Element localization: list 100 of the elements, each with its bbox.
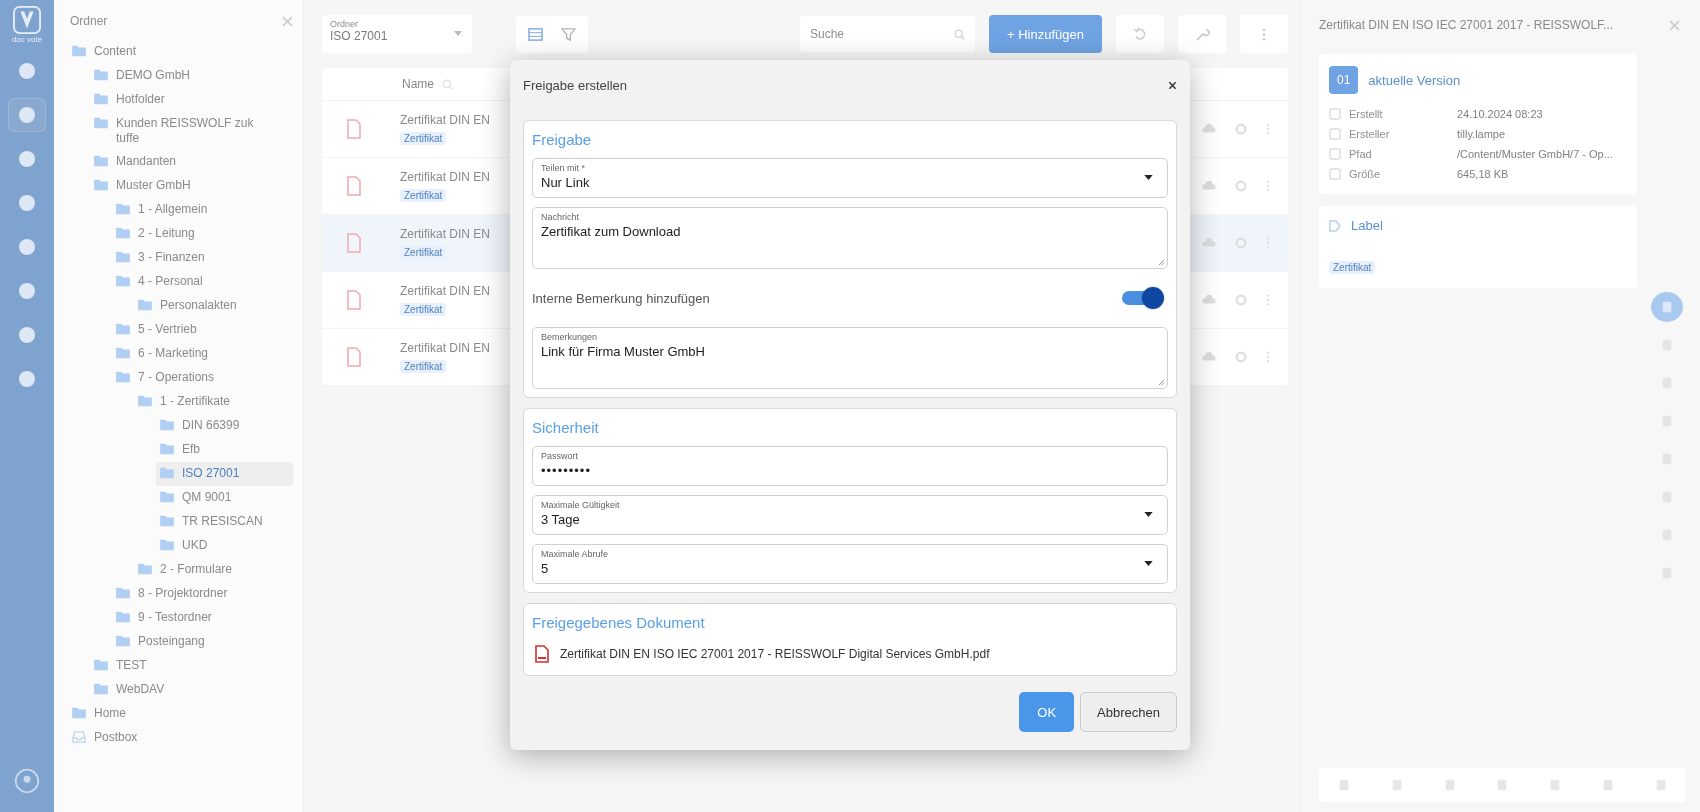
property-value: /Content/Muster GmbH/7 - Op... <box>1457 148 1613 160</box>
folder-item[interactable]: Home <box>68 702 293 726</box>
folder-item[interactable]: DIN 66399 <box>156 414 293 438</box>
undo-button[interactable] <box>1116 15 1164 53</box>
password-field[interactable]: Passwort ••••••••• <box>532 446 1168 486</box>
folder-icon <box>116 635 130 647</box>
cancel-button[interactable]: Abbrechen <box>1080 692 1177 732</box>
folder-item[interactable]: 1 - Allgemein <box>112 198 293 222</box>
max-downloads-select[interactable]: Maximale Abrufe 5 <box>532 544 1168 584</box>
more-button[interactable] <box>1240 15 1288 53</box>
property-icon <box>1329 168 1341 180</box>
search-field[interactable]: Suche <box>800 16 975 52</box>
folder-item[interactable]: Hotfolder <box>90 88 293 112</box>
search-icon[interactable] <box>442 78 453 90</box>
folder-item[interactable]: 2 - Leitung <box>112 222 293 246</box>
folder-icon <box>94 69 108 81</box>
folder-icon <box>160 539 174 551</box>
folder-item[interactable]: 5 - Vertrieb <box>112 318 293 342</box>
internal-note-toggle[interactable] <box>1120 287 1164 309</box>
section-heading: Freigegebenes Dokument <box>532 614 706 631</box>
folder-select[interactable]: Ordner ISO 27001 <box>322 15 472 53</box>
wrench-button[interactable] <box>1178 15 1226 53</box>
folder-item[interactable]: 3 - Finanzen <box>112 246 293 270</box>
folder-item[interactable]: 1 - Zertifikate <box>134 390 293 414</box>
folder-item[interactable]: DEMO GmbH <box>90 64 293 88</box>
column-header[interactable]: Name <box>402 77 434 91</box>
cloud-icon[interactable] <box>1202 179 1216 193</box>
caret-icon <box>1144 512 1153 517</box>
filter-icon[interactable] <box>561 26 576 42</box>
file-tag: Zertifikat <box>400 360 447 373</box>
close-icon[interactable] <box>1168 80 1177 90</box>
caret-icon <box>1144 175 1153 180</box>
cloud-icon[interactable] <box>1202 122 1216 136</box>
folder-icon <box>138 395 152 407</box>
folder-item[interactable]: 6 - Marketing <box>112 342 293 366</box>
logo-icon <box>13 6 41 34</box>
folder-icon <box>94 179 108 191</box>
settings-icon[interactable] <box>1234 122 1248 136</box>
folder-item[interactable]: WebDAV <box>90 678 293 702</box>
message-field[interactable]: Nachricht Zertifikat zum Download <box>532 207 1168 269</box>
folder-item[interactable]: 7 - Operations <box>112 366 293 390</box>
folder-item[interactable]: Efb <box>156 438 293 462</box>
remarks-field[interactable]: Bemerkungen Link für Firma Muster GmbH <box>532 327 1168 389</box>
nav-button[interactable] <box>8 98 46 132</box>
folder-item[interactable]: 4 - Personal <box>112 270 293 294</box>
caret-icon <box>1144 561 1153 566</box>
pdf-icon <box>346 347 362 367</box>
circle-icon <box>17 369 37 389</box>
folder-item[interactable]: 8 - Projektordner <box>112 582 293 606</box>
folder-icon <box>94 117 108 129</box>
folder-item[interactable]: UKD <box>156 534 293 558</box>
cloud-icon[interactable] <box>1202 236 1216 250</box>
cloud-icon[interactable] <box>1202 293 1216 307</box>
file-tag: Zertifikat <box>400 132 447 145</box>
property-value: tilly.lampe <box>1457 128 1506 140</box>
folder-item[interactable]: ISO 27001 <box>156 462 293 486</box>
list-icon[interactable] <box>528 26 543 42</box>
folder-icon <box>116 347 130 359</box>
settings-icon[interactable] <box>1234 236 1248 250</box>
folder-icon <box>116 203 130 215</box>
folder-icon <box>160 443 174 455</box>
folder-item[interactable]: Postbox <box>68 726 293 750</box>
folder-item[interactable]: 9 - Testordner <box>112 606 293 630</box>
add-button[interactable]: + Hinzufügen <box>989 15 1102 53</box>
settings-icon[interactable] <box>1234 179 1248 193</box>
pdf-icon <box>346 176 362 196</box>
folder-item[interactable]: Muster GmbH <box>90 174 293 198</box>
pdf-icon <box>346 233 362 253</box>
pdf-icon <box>346 119 362 139</box>
folder-item[interactable]: Personalakten <box>134 294 293 318</box>
user-icon[interactable] <box>14 768 40 794</box>
share-with-select[interactable]: Teilen mit * Nur Link <box>532 158 1168 198</box>
folder-item[interactable]: QM 9001 <box>156 486 293 510</box>
side-tab[interactable] <box>1651 292 1683 322</box>
property-label: Erstellt <box>1349 108 1384 120</box>
resize-handle-icon[interactable] <box>1158 379 1165 386</box>
action-icon[interactable] <box>1337 778 1351 792</box>
folder-icon <box>94 659 108 671</box>
folder-icon <box>116 323 130 335</box>
folder-item[interactable]: TEST <box>90 654 293 678</box>
document-title: Zertifikat DIN EN ISO IEC 27001 2017 - REISSWOLF... <box>1319 18 1614 32</box>
folder-icon <box>160 467 174 479</box>
folder-item[interactable]: Mandanten <box>90 150 293 174</box>
section-heading: Freigabe <box>532 131 593 148</box>
resize-handle-icon[interactable] <box>1158 259 1165 266</box>
validity-select[interactable]: Maximale Gültigkeit 3 Tage <box>532 495 1168 535</box>
folder-item[interactable]: TR RESISCAN <box>156 510 293 534</box>
inbox-icon <box>72 731 86 743</box>
circle-icon <box>17 105 37 125</box>
wrench-icon <box>1194 26 1210 42</box>
cloud-icon[interactable] <box>1202 350 1216 364</box>
section-heading: Sicherheit <box>532 419 600 436</box>
folder-item[interactable]: Kunden REISSWOLF zuk tuffe <box>90 112 293 150</box>
ok-button[interactable]: OK <box>1019 692 1075 732</box>
folder-item[interactable]: Content <box>68 40 293 64</box>
settings-icon[interactable] <box>1234 350 1248 364</box>
folder-item[interactable]: Posteingang <box>112 630 293 654</box>
settings-icon[interactable] <box>1234 293 1248 307</box>
folder-item[interactable]: 2 - Formulare <box>134 558 293 582</box>
view-toggle[interactable] <box>516 15 588 53</box>
